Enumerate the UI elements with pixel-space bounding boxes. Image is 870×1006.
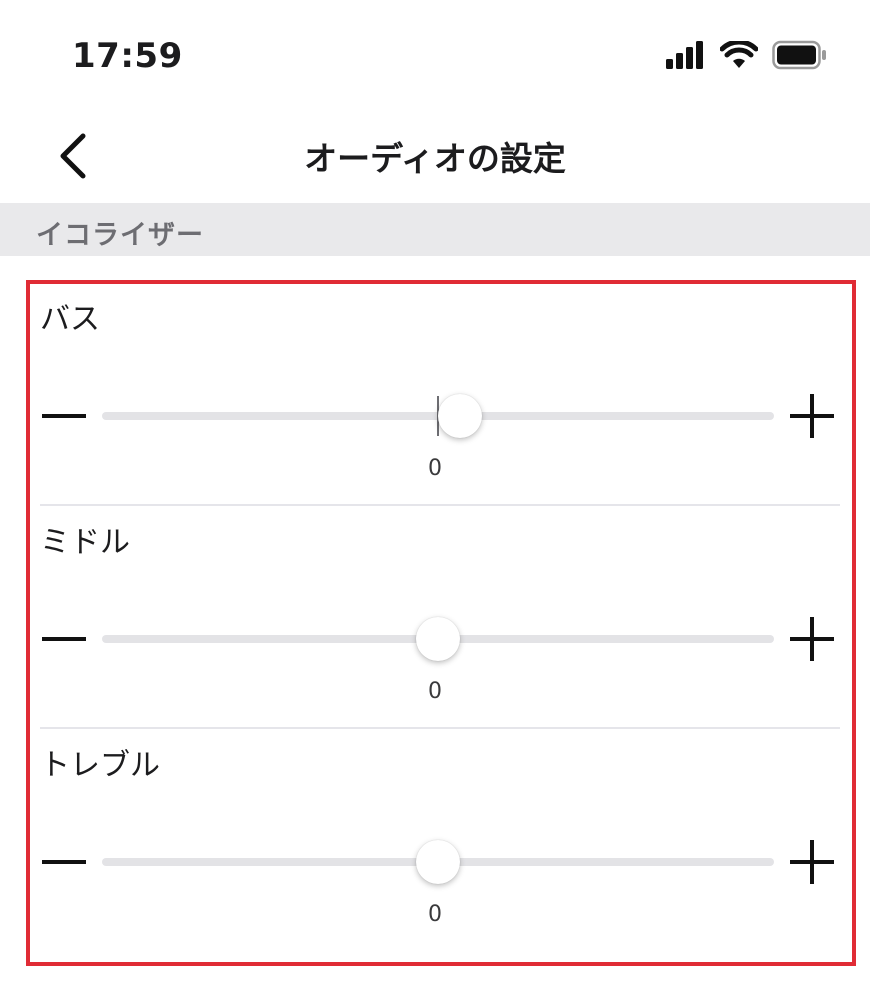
treble-increase-button[interactable] xyxy=(788,838,836,886)
navigation-bar: オーディオの設定 xyxy=(0,110,870,202)
bass-slider[interactable] xyxy=(102,394,774,438)
status-icons xyxy=(666,38,828,72)
section-title: イコライザー xyxy=(36,220,204,251)
page-title: オーディオの設定 xyxy=(304,139,566,178)
treble-decrease-button[interactable] xyxy=(40,842,88,882)
slider-thumb[interactable] xyxy=(438,394,483,438)
band-value-middle: 0 xyxy=(428,679,442,704)
treble-slider[interactable] xyxy=(102,840,774,884)
band-middle: ミドル 0 xyxy=(40,507,840,729)
slider-thumb[interactable] xyxy=(416,840,460,884)
band-treble: トレブル 0 xyxy=(40,730,840,952)
status-time: 17:59 xyxy=(72,36,183,76)
divider xyxy=(40,504,840,506)
equalizer-panel: バス 0 ミドル 0 トレブル 0 xyxy=(26,280,856,966)
band-value-bass: 0 xyxy=(428,456,442,481)
bass-increase-button[interactable] xyxy=(788,392,836,440)
middle-increase-button[interactable] xyxy=(788,615,836,663)
band-value-treble: 0 xyxy=(428,902,442,927)
battery-icon xyxy=(772,40,826,70)
section-header: イコライザー xyxy=(0,203,870,256)
band-label-bass: バス xyxy=(40,302,100,337)
wifi-icon xyxy=(720,41,758,68)
slider-thumb[interactable] xyxy=(416,617,460,661)
band-label-treble: トレブル xyxy=(40,748,160,783)
cellular-signal-icon xyxy=(666,41,703,69)
bass-decrease-button[interactable] xyxy=(40,396,88,436)
band-bass: バス 0 xyxy=(40,284,840,506)
band-label-middle: ミドル xyxy=(40,525,130,560)
status-bar: 17:59 xyxy=(0,0,870,110)
middle-decrease-button[interactable] xyxy=(40,619,88,659)
middle-slider[interactable] xyxy=(102,617,774,661)
divider xyxy=(40,727,840,729)
